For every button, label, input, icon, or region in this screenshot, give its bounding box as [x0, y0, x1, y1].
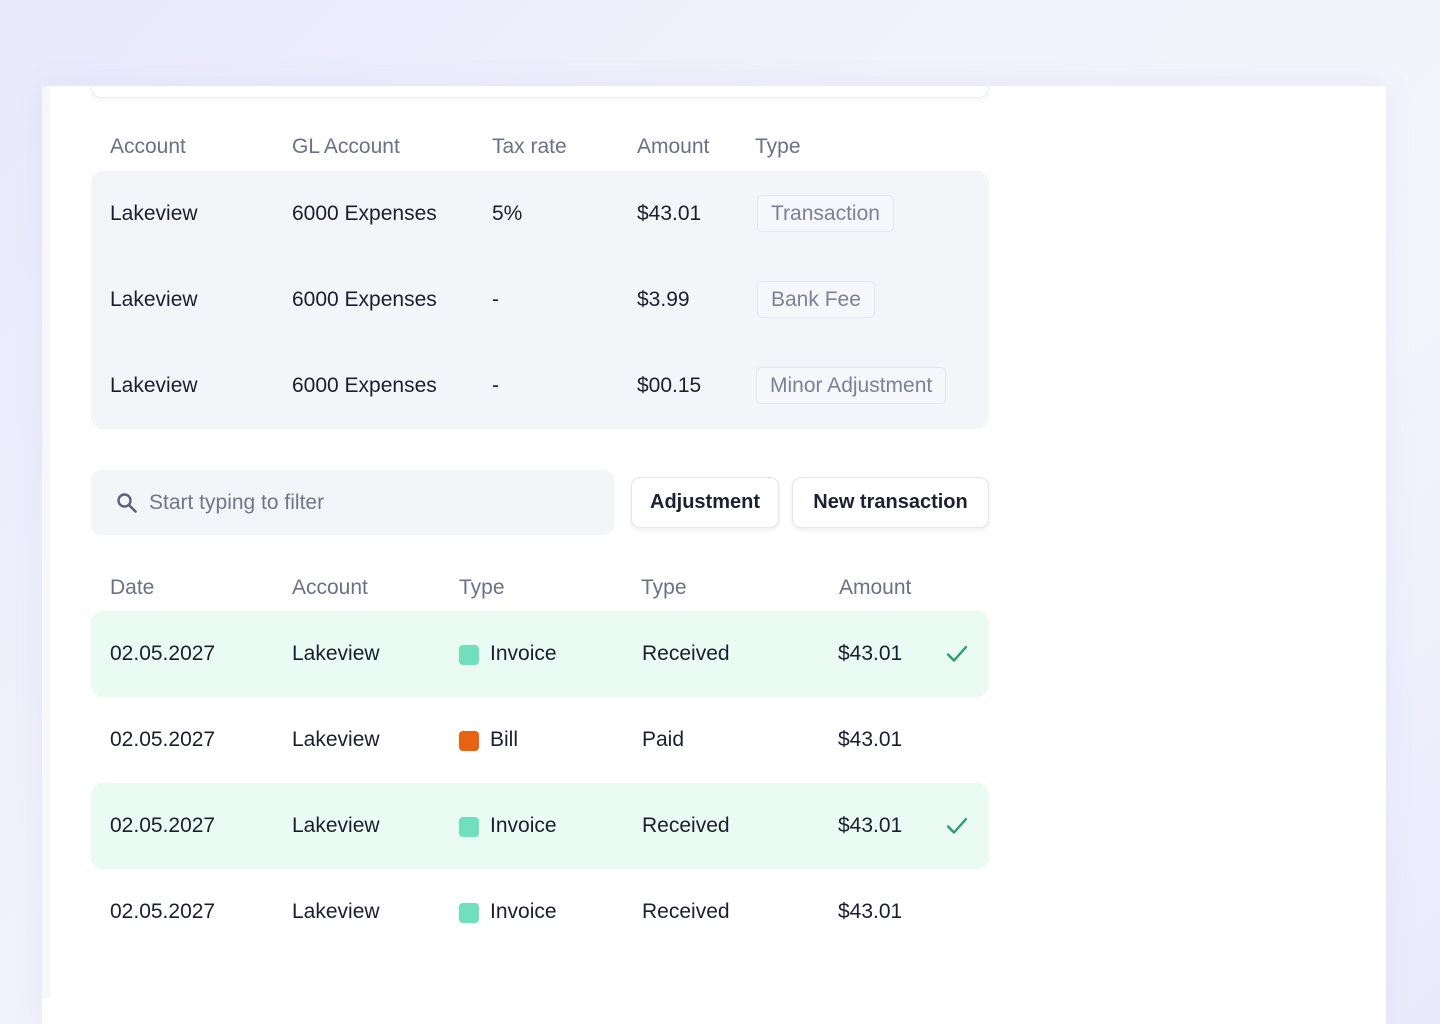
checkmark-icon: [946, 817, 968, 834]
new-transaction-button[interactable]: New transaction: [792, 477, 989, 528]
header-type: Type: [459, 576, 505, 599]
amount-cell: $43.01: [838, 900, 903, 923]
amount-cell: $43.01: [838, 814, 903, 837]
status-cell: Received: [642, 642, 730, 665]
account-cell: Lakeview: [292, 642, 380, 665]
account-cell: Lakeview: [110, 374, 198, 397]
tax-rate-cell: 5%: [492, 202, 523, 225]
invoice-color-icon: [459, 817, 479, 837]
header-amount: Amount: [839, 576, 912, 599]
header-tax-rate: Tax rate: [492, 135, 567, 158]
table-row[interactable]: 02.05.2027 Lakeview Invoice Received $43…: [91, 783, 989, 869]
header-account: Account: [110, 135, 186, 158]
header-type: Type: [755, 135, 801, 158]
gl-account-cell: 6000 Expenses: [292, 202, 437, 225]
type-cell: Invoice: [490, 642, 557, 665]
bill-color-icon: [459, 731, 479, 751]
account-cell: Lakeview: [110, 288, 198, 311]
header-gl-account: GL Account: [292, 135, 400, 158]
account-cell: Lakeview: [292, 728, 380, 751]
search-icon: [117, 493, 137, 513]
tax-rate-cell: -: [492, 374, 499, 397]
date-cell: 02.05.2027: [110, 900, 216, 923]
checkmark-icon: [946, 645, 968, 662]
card-edge: [42, 86, 50, 998]
type-cell: Invoice: [490, 900, 557, 923]
amount-cell: $43.01: [838, 728, 903, 751]
amount-cell: $43.01: [637, 202, 702, 225]
adjustment-button[interactable]: Adjustment: [631, 477, 779, 528]
table-row[interactable]: 02.05.2027 Lakeview Bill Paid $43.01: [91, 697, 989, 783]
table-row[interactable]: Lakeview 6000 Expenses 5% $43.01 Transac…: [91, 171, 989, 257]
header-date: Date: [110, 576, 155, 599]
account-cell: Lakeview: [110, 202, 198, 225]
date-cell: 02.05.2027: [110, 728, 216, 751]
status-cell: Paid: [642, 728, 685, 751]
type-badge: Minor Adjustment: [756, 367, 947, 404]
splits-table: Lakeview 6000 Expenses 5% $43.01 Transac…: [91, 171, 989, 429]
filter-box[interactable]: [91, 470, 614, 535]
tax-rate-cell: -: [492, 288, 499, 311]
gl-account-cell: 6000 Expenses: [292, 288, 437, 311]
table-row[interactable]: Lakeview 6000 Expenses - $00.15 Minor Ad…: [91, 343, 989, 429]
invoice-color-icon: [459, 645, 479, 665]
table-row[interactable]: 02.05.2027 Lakeview Invoice Received $43…: [91, 869, 989, 955]
header-amount: Amount: [637, 135, 710, 158]
type-cell: Bill: [490, 728, 519, 751]
type-cell: Invoice: [490, 814, 557, 837]
amount-cell: $43.01: [838, 642, 903, 665]
account-cell: Lakeview: [292, 814, 380, 837]
type-badge: Transaction: [757, 195, 894, 232]
type-badge: Bank Fee: [757, 281, 875, 318]
status-cell: Received: [642, 900, 730, 923]
date-cell: 02.05.2027: [110, 814, 216, 837]
table-row[interactable]: 02.05.2027 Lakeview Invoice Received $43…: [91, 611, 989, 697]
date-cell: 02.05.2027: [110, 642, 216, 665]
invoice-color-icon: [459, 903, 479, 923]
collapsed-panel-edge: [91, 86, 989, 98]
table-row[interactable]: Lakeview 6000 Expenses - $3.99 Bank Fee: [91, 257, 989, 343]
amount-cell: $3.99: [637, 288, 690, 311]
header-account: Account: [292, 576, 368, 599]
account-cell: Lakeview: [292, 900, 380, 923]
amount-cell: $00.15: [637, 374, 702, 397]
status-cell: Received: [642, 814, 730, 837]
filter-input[interactable]: [149, 470, 589, 535]
gl-account-cell: 6000 Expenses: [292, 374, 437, 397]
header-status-type: Type: [641, 576, 687, 599]
